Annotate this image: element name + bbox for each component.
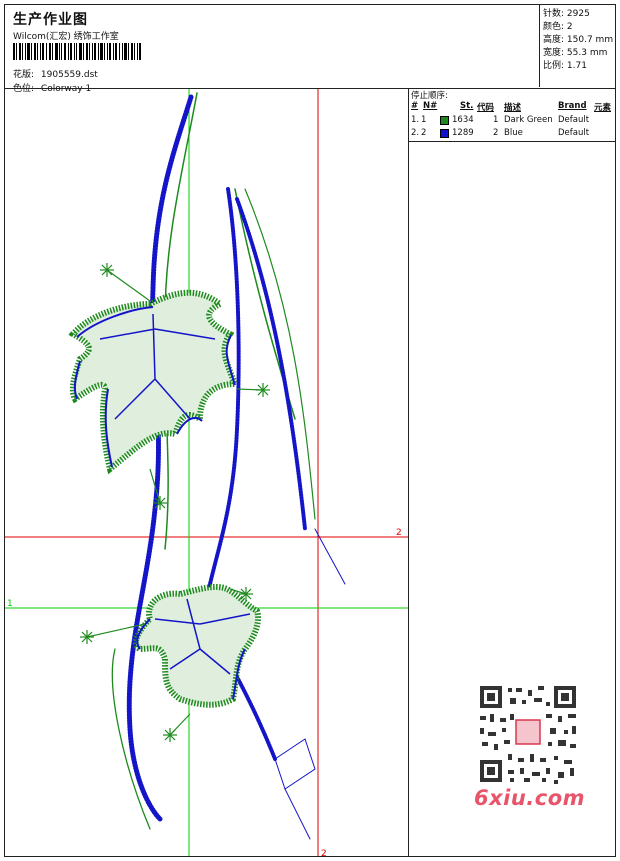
color-swatch bbox=[440, 129, 449, 138]
center-stem-blue bbox=[203, 187, 241, 611]
row-n: 2 bbox=[421, 128, 427, 138]
row-code: 2 bbox=[493, 128, 499, 138]
design-label: 花版: bbox=[13, 70, 35, 80]
top-leaf bbox=[68, 289, 240, 475]
color-swatch bbox=[440, 116, 449, 125]
stat-height: 高度: 150.7 mm bbox=[543, 35, 614, 45]
row-stitches: 1634 bbox=[452, 115, 474, 125]
watermark-text: 6xiu.com bbox=[474, 786, 586, 810]
row-description: Dark Green bbox=[504, 115, 553, 125]
header: 生产作业图 Wilcom(汇宏) 绣饰工作室 花版: 1905559.dst 色… bbox=[5, 5, 538, 94]
col-header-hash: # bbox=[411, 101, 419, 111]
row-code: 1 bbox=[493, 115, 499, 125]
table-row: 2. 2 1289 2 Blue Default bbox=[409, 128, 615, 140]
company-name: Wilcom(汇宏) 绣饰工作室 bbox=[13, 32, 119, 42]
page-title: 生产作业图 bbox=[13, 12, 88, 28]
panel-separator bbox=[409, 141, 615, 142]
row-n: 1 bbox=[421, 115, 427, 125]
col-header-description: 描述 bbox=[504, 103, 522, 113]
barcode bbox=[13, 43, 141, 60]
table-row: 1. 1 1634 1 Dark Green Default bbox=[409, 115, 615, 127]
col-header-code: 代码 bbox=[477, 103, 495, 113]
embroidery-design-canvas: 2 2 1 bbox=[5, 89, 408, 856]
marker-2-bottom: 2 bbox=[321, 849, 327, 856]
design-file-line: 花版: 1905559.dst bbox=[13, 67, 98, 80]
lower-tail bbox=[284, 788, 311, 840]
row-brand: Default bbox=[558, 128, 590, 138]
row-index: 1. bbox=[411, 115, 420, 125]
seal-icon bbox=[515, 719, 541, 745]
stat-stitches: 针数: 2925 bbox=[543, 9, 590, 19]
main-stem-blue bbox=[126, 94, 194, 822]
col-header-brand: Brand bbox=[558, 101, 587, 111]
marker-2-right: 2 bbox=[396, 528, 402, 538]
stop-sequence-panel: 停止顺序: # N# St. 代码 描述 Brand 元素 1. 1 1634 … bbox=[409, 89, 615, 141]
stat-scale: 比例: 1.71 bbox=[543, 61, 587, 71]
stat-width: 宽度: 55.3 mm bbox=[543, 48, 608, 58]
row-index: 2. bbox=[411, 128, 420, 138]
stats-box: 针数: 2925 颜色: 2 高度: 150.7 mm 宽度: 55.3 mm … bbox=[539, 5, 616, 87]
col-header-n: N# bbox=[423, 101, 438, 111]
col-header-stitches: St. bbox=[460, 101, 474, 111]
design-value: 1905559.dst bbox=[40, 70, 98, 80]
stems bbox=[111, 92, 346, 840]
bottom-leaf bbox=[132, 583, 262, 708]
col-header-element: 元素 bbox=[594, 103, 612, 113]
marker-1-left: 1 bbox=[7, 599, 13, 609]
stop-sequence-title: 停止顺序: bbox=[411, 91, 448, 101]
bottom-leaf-fill bbox=[132, 583, 262, 708]
lower-stem-detail bbox=[274, 738, 316, 790]
stat-colors: 颜色: 2 bbox=[543, 22, 573, 32]
row-description: Blue bbox=[504, 128, 523, 138]
row-brand: Default bbox=[558, 115, 590, 125]
panel-divider bbox=[408, 88, 409, 856]
row-stitches: 1289 bbox=[452, 128, 474, 138]
